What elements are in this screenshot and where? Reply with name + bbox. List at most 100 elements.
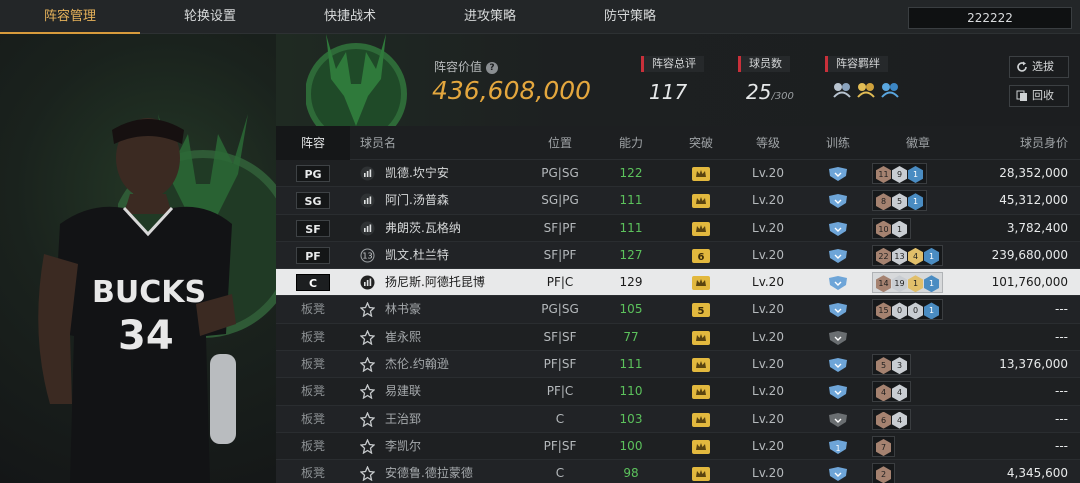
player-value: --- [1055,384,1068,399]
bench-label: 板凳 [300,466,325,481]
table-row[interactable]: 板凳 易建联 PF|C 110 Lv.20 4 4 --- [276,378,1080,406]
badge-group[interactable]: 2 [872,463,895,483]
badge-icon: 1 [908,193,923,211]
badge-icon: 1 [924,247,939,265]
badge-group[interactable]: 15 0 0 1 [872,299,943,321]
badge-group[interactable]: 44 [872,381,911,403]
training-shield-icon[interactable] [828,221,848,236]
table-row[interactable]: C 扬尼斯.阿德托昆博 PF|C 129 Lv.20 14 19 1 1 101,760,000 [276,269,1080,297]
badge-group[interactable]: 10 1 [872,217,911,239]
bar-stats-icon [360,193,375,208]
player-level: Lv.20 [752,411,784,426]
bond-icon-silver[interactable] [832,82,852,98]
training-shield-icon[interactable] [828,330,848,345]
table-row[interactable]: 板凳 林书豪 PG|SG 105 5 Lv.20 15 0 0 1 --- [276,296,1080,324]
bond-icon-blue[interactable] [880,82,900,98]
player-name[interactable]: 凯文.杜兰特 [385,242,449,269]
tab-rotation-settings[interactable]: 轮换设置 [140,0,280,34]
bench-label: 板凳 [300,329,325,344]
player-level: Lv.20 [752,302,784,317]
table-row[interactable]: SF 弗朗茨.瓦格纳 SF|PF 111 Lv.20 10 1 3,782,400 [276,214,1080,242]
badge-icon: 8 [876,193,891,211]
training-shield-icon[interactable] [828,276,848,291]
player-ability: 105 [619,302,643,317]
recall-button[interactable]: 回收 [1009,85,1069,107]
player-ability: 129 [619,275,643,290]
training-shield-icon[interactable] [828,358,848,373]
player-name[interactable]: 阿门.汤普森 [385,187,449,214]
table-row[interactable]: 板凳 崔永熙 SF|SF 77 Lv.20 --- [276,323,1080,352]
player-name[interactable]: 安德鲁.德拉蒙德 [385,460,473,483]
training-shield-icon[interactable] [828,167,848,181]
crown-icon [692,194,710,209]
stat-bond: 阵容羁绊 [825,56,888,72]
slot-badge: SG [296,192,330,210]
player-position: C [555,466,565,481]
star-icon [360,329,375,345]
badge-group[interactable]: 14 19 1 1 [872,272,943,294]
slot-badge: PG [296,165,330,182]
player-count-value: 25/300 [746,80,794,104]
training-shield-icon[interactable] [828,194,848,209]
training-shield-icon[interactable] [828,412,848,427]
table-row[interactable]: 板凳 李凯尔 PF|SF 100 Lv.20 1 7 --- [276,432,1080,461]
table-row[interactable]: 板凳 杰伦.约翰逊 PF|SF 111 Lv.20 5 3 13,376,000 [276,351,1080,379]
player-name[interactable]: 易建联 [385,378,421,405]
player-name[interactable]: 王治郅 [385,406,421,433]
player-name[interactable]: 凯德.坎宁安 [385,160,449,187]
bench-label: 板凳 [300,302,325,317]
player-name[interactable]: 杰伦.约翰逊 [385,351,449,378]
tab-defense-strategy[interactable]: 防守策略 [560,0,700,34]
tab-offense-strategy[interactable]: 进攻策略 [420,0,560,34]
player-name[interactable]: 李凯尔 [385,433,421,460]
badge-icon: 4 [892,411,907,429]
select-button[interactable]: 选拔 [1009,56,1069,78]
lineup-value: 436,608,000 [432,76,592,105]
player-value: 101,760,000 [991,275,1068,290]
badge-group[interactable]: 851 [872,190,927,212]
player-name[interactable]: 林书豪 [385,296,421,323]
bar-stats-icon [360,275,375,290]
bench-label: 板凳 [300,357,325,372]
table-row[interactable]: PG 凯德.坎宁安 PG|SG 122 Lv.20 11 9 1 28,352,000 [276,160,1080,188]
bond-icon-gold[interactable] [856,82,876,98]
training-shield-icon[interactable] [828,385,848,400]
header-training: 训练 [825,136,850,150]
badge-group[interactable]: 64 [872,408,911,430]
slot-badge: PF [296,246,330,264]
player-position: PF|C [546,384,574,399]
player-name[interactable]: 崔永熙 [385,324,421,351]
player-value: 45,312,000 [999,193,1068,208]
tab-lineup-management[interactable]: 阵容管理 [0,0,140,34]
badge-group[interactable]: 11 9 1 [872,163,927,184]
training-shield-icon[interactable] [828,467,848,482]
tab-quick-tactics[interactable]: 快捷战术 [280,0,420,34]
slot-badge: C [296,274,330,292]
table-row[interactable]: 板凳 安德鲁.德拉蒙德 C 98 Lv.20 2 4,345,600 [276,460,1080,483]
training-shield-icon[interactable] [828,248,848,263]
badge-group[interactable]: 53 [872,354,911,376]
badge-icon: 2 [876,466,891,483]
star-icon [360,302,375,318]
breakthrough-level-icon: 5 [692,303,710,318]
training-shield-icon[interactable] [828,303,848,318]
badge-icon: 10 [876,220,891,238]
search-input[interactable] [908,7,1072,29]
badge-group[interactable]: 7 [872,435,895,457]
slot-badge: SF [296,219,330,237]
player-value: --- [1055,329,1068,344]
player-count-label: 球员数 [738,56,790,72]
table-row[interactable]: 板凳 王治郅 C 103 Lv.20 6 4 --- [276,405,1080,433]
player-position: C [555,411,565,426]
table-row[interactable]: SG 阿门.汤普森 SG|PG 111 Lv.20 8 5 1 45,312,000 [276,187,1080,215]
player-name[interactable]: 弗朗茨.瓦格纳 [385,215,461,242]
badge-group[interactable]: 22 13 4 1 [872,244,943,266]
player-image: BUCKS 34 [38,118,236,483]
table-row[interactable]: PF 13 凯文.杜兰特 SF|PF 127 6 Lv.20 22 13 4 1 239,680,00… [276,241,1080,270]
stat-rating: 阵容总评 117 [641,56,704,104]
star-icon [360,466,375,482]
question-icon[interactable]: ? [486,62,499,74]
player-name[interactable]: 扬尼斯.阿德托昆博 [385,269,485,296]
rank-number-icon: 13 [360,248,375,263]
training-shield-icon[interactable]: 1 [828,439,848,454]
